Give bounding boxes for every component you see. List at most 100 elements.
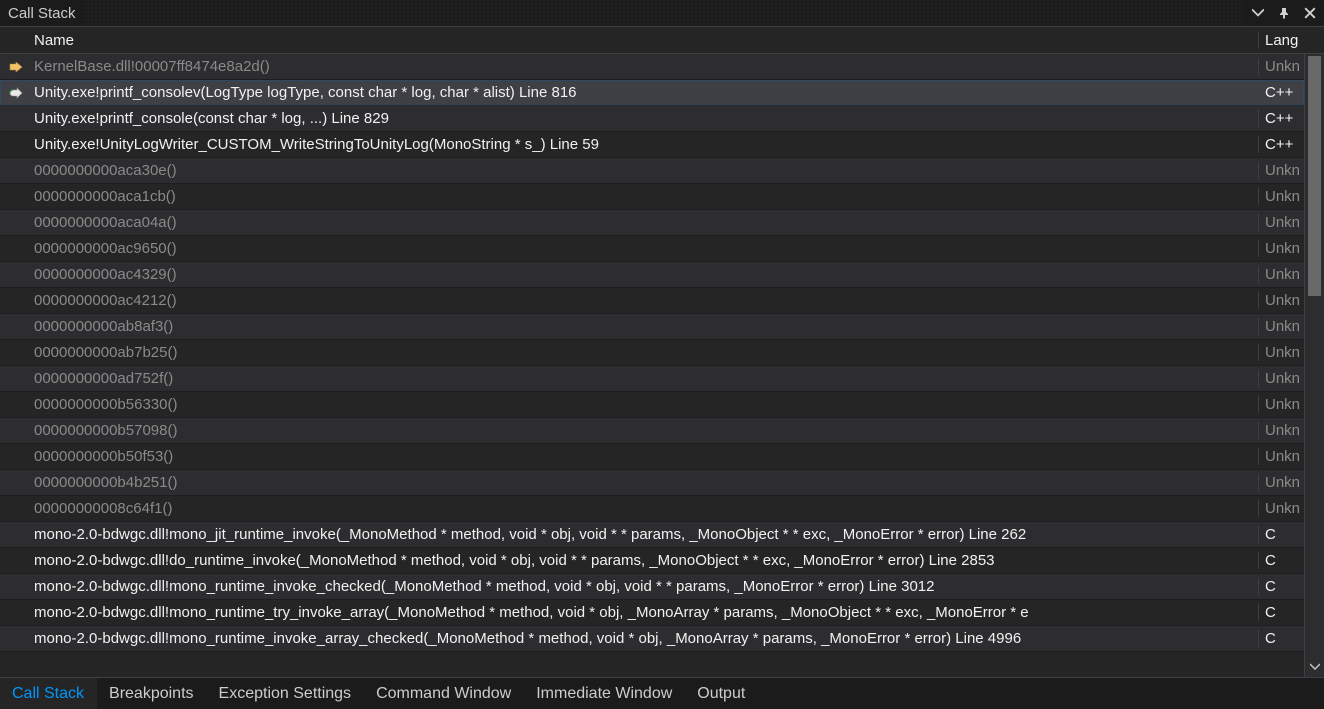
stack-frame-row[interactable]: mono-2.0-bdwgc.dll!do_runtime_invoke(_Mo… [0, 548, 1304, 574]
vertical-scrollbar[interactable] [1304, 54, 1324, 677]
stack-frame-row[interactable]: Unity.exe!UnityLogWriter_CUSTOM_WriteStr… [0, 132, 1304, 158]
stack-frame-row[interactable]: 0000000000ac9650() Unkn [0, 236, 1304, 262]
stack-frame-row[interactable]: 0000000000b50f53() Unkn [0, 444, 1304, 470]
frame-name: 0000000000ad752f() [34, 370, 173, 387]
stack-frame-row[interactable]: 0000000000b57098() Unkn [0, 418, 1304, 444]
frame-name-cell[interactable]: 0000000000ac4212() [32, 292, 1259, 309]
frame-name: 0000000000ac4212() [34, 292, 177, 309]
stack-frame-row[interactable]: mono-2.0-bdwgc.dll!mono_runtime_try_invo… [0, 600, 1304, 626]
stack-frame-row[interactable]: mono-2.0-bdwgc.dll!mono_runtime_invoke_c… [0, 574, 1304, 600]
column-header-row: Name Lang [0, 27, 1324, 54]
frame-language-cell: Unkn [1259, 344, 1304, 361]
panel-drag-region[interactable] [82, 0, 1244, 26]
stack-frame-row[interactable]: mono-2.0-bdwgc.dll!mono_jit_runtime_invo… [0, 522, 1304, 548]
frame-name: mono-2.0-bdwgc.dll!mono_runtime_try_invo… [34, 604, 1029, 621]
frame-name-cell[interactable]: 0000000000ab7b25() [32, 344, 1259, 361]
stack-frame-row[interactable]: 0000000000aca30e()Unkn [0, 158, 1304, 184]
panel-title-bar: Call Stack [0, 0, 1324, 27]
panel-title: Call Stack [8, 5, 76, 22]
frame-name-cell[interactable]: mono-2.0-bdwgc.dll!mono_runtime_invoke_c… [32, 578, 1259, 595]
frame-name-cell[interactable]: KernelBase.dll!00007ff8474e8a2d() [32, 58, 1259, 75]
tab-immediate-window[interactable]: Immediate Window [524, 678, 685, 709]
frame-language-cell: C [1259, 604, 1304, 621]
frame-name-cell[interactable]: 00000000008c64f1() [32, 500, 1259, 517]
frame-name: mono-2.0-bdwgc.dll!mono_jit_runtime_invo… [34, 526, 1026, 543]
tab-command-window[interactable]: Command Window [364, 678, 524, 709]
frame-language-cell: C [1259, 552, 1304, 569]
stack-frame-row[interactable]: 0000000000ab8af3() Unkn [0, 314, 1304, 340]
stack-frame-row[interactable]: 0000000000ab7b25()Unkn [0, 340, 1304, 366]
frame-name: Unity.exe!printf_console(const char * lo… [34, 110, 389, 127]
stack-frame-row[interactable]: 0000000000aca04a()Unkn [0, 210, 1304, 236]
frame-name-cell[interactable]: 0000000000b57098() [32, 422, 1259, 439]
frame-name: mono-2.0-bdwgc.dll!do_runtime_invoke(_Mo… [34, 552, 995, 569]
frame-language-cell: C++ [1259, 136, 1304, 153]
stack-frame-row[interactable]: 0000000000b4b251() Unkn [0, 470, 1304, 496]
tab-exception-settings[interactable]: Exception Settings [207, 678, 365, 709]
frame-language-cell: C [1259, 630, 1304, 647]
scrollbar-thumb[interactable] [1308, 56, 1321, 296]
column-header-name[interactable]: Name [32, 32, 1259, 49]
frame-language-cell: Unkn [1259, 474, 1304, 491]
frame-language-cell: C++ [1259, 110, 1304, 127]
frame-name-cell[interactable]: 0000000000ad752f() [32, 370, 1259, 387]
tab-call-stack[interactable]: Call Stack [0, 678, 97, 709]
pin-icon[interactable] [1276, 5, 1292, 21]
frame-name: Unity.exe!UnityLogWriter_CUSTOM_WriteStr… [34, 136, 599, 153]
stack-frame-row[interactable]: 00000000008c64f1()Unkn [0, 496, 1304, 522]
column-header-language[interactable]: Lang [1259, 32, 1304, 49]
window-position-dropdown-icon[interactable] [1250, 5, 1266, 21]
frame-name: 0000000000b57098() [34, 422, 177, 439]
frame-name: 0000000000ac9650() [34, 240, 177, 257]
stack-frame-row[interactable]: 0000000000ac4212() Unkn [0, 288, 1304, 314]
frame-name-cell[interactable]: Unity.exe!UnityLogWriter_CUSTOM_WriteStr… [32, 136, 1259, 153]
frame-name-cell[interactable]: 0000000000b56330() [32, 396, 1259, 413]
frame-name: 0000000000aca30e() [34, 162, 177, 179]
frame-name: 0000000000ab8af3() [34, 318, 173, 335]
tab-output[interactable]: Output [685, 678, 758, 709]
frame-name: 0000000000b4b251() [34, 474, 177, 491]
frame-language-cell: Unkn [1259, 240, 1304, 257]
stack-frame-row[interactable]: KernelBase.dll!00007ff8474e8a2d()Unkn [0, 54, 1304, 80]
frame-name: mono-2.0-bdwgc.dll!mono_runtime_invoke_a… [34, 630, 1021, 647]
frame-name-cell[interactable]: 0000000000ac9650() [32, 240, 1259, 257]
frame-name-cell[interactable]: 0000000000b4b251() [32, 474, 1259, 491]
frame-name: 0000000000b50f53() [34, 448, 173, 465]
tab-breakpoints[interactable]: Breakpoints [97, 678, 207, 709]
stack-frame-row[interactable]: 0000000000b56330() Unkn [0, 392, 1304, 418]
stack-frame-row[interactable]: 0000000000aca1cb()Unkn [0, 184, 1304, 210]
frame-language-cell: Unkn [1259, 318, 1304, 335]
frame-name-cell[interactable]: Unity.exe!printf_console(const char * lo… [32, 110, 1259, 127]
call-stack-panel: Call Stack Name Lang KernelBase.dll!0000… [0, 0, 1324, 709]
frame-name-cell[interactable]: 0000000000aca04a() [32, 214, 1259, 231]
frame-language-cell: Unkn [1259, 188, 1304, 205]
frame-name-cell[interactable]: 0000000000aca1cb() [32, 188, 1259, 205]
frame-name-cell[interactable]: 0000000000b50f53() [32, 448, 1259, 465]
frame-language-cell: Unkn [1259, 396, 1304, 413]
frame-language-cell: Unkn [1259, 370, 1304, 387]
stack-frame-rows: KernelBase.dll!00007ff8474e8a2d()UnknUni… [0, 54, 1304, 677]
frame-language-cell: C [1259, 578, 1304, 595]
frame-language-cell: Unkn [1259, 448, 1304, 465]
frame-name-cell[interactable]: mono-2.0-bdwgc.dll!do_runtime_invoke(_Mo… [32, 552, 1259, 569]
frame-language-cell: Unkn [1259, 500, 1304, 517]
frame-name: 0000000000b56330() [34, 396, 177, 413]
stack-frame-row[interactable]: Unity.exe!printf_consolev(LogType logTyp… [0, 80, 1304, 106]
scrollbar-down-icon[interactable] [1305, 657, 1324, 677]
frame-name-cell[interactable]: 0000000000aca30e() [32, 162, 1259, 179]
stack-frame-row[interactable]: Unity.exe!printf_console(const char * lo… [0, 106, 1304, 132]
frame-language-cell: Unkn [1259, 422, 1304, 439]
stack-frame-row[interactable]: 0000000000ad752f() Unkn [0, 366, 1304, 392]
stack-frame-row[interactable]: mono-2.0-bdwgc.dll!mono_runtime_invoke_a… [0, 626, 1304, 652]
frame-name-cell[interactable]: Unity.exe!printf_consolev(LogType logTyp… [32, 84, 1259, 101]
frame-name: 0000000000ac4329() [34, 266, 177, 283]
frame-name-cell[interactable]: mono-2.0-bdwgc.dll!mono_runtime_try_invo… [32, 604, 1259, 621]
frame-language-cell: Unkn [1259, 292, 1304, 309]
frame-name-cell[interactable]: mono-2.0-bdwgc.dll!mono_jit_runtime_invo… [32, 526, 1259, 543]
frame-language-cell: Unkn [1259, 58, 1304, 75]
close-icon[interactable] [1302, 5, 1318, 21]
frame-name-cell[interactable]: 0000000000ac4329() [32, 266, 1259, 283]
frame-name-cell[interactable]: mono-2.0-bdwgc.dll!mono_runtime_invoke_a… [32, 630, 1259, 647]
stack-frame-row[interactable]: 0000000000ac4329()Unkn [0, 262, 1304, 288]
frame-name-cell[interactable]: 0000000000ab8af3() [32, 318, 1259, 335]
